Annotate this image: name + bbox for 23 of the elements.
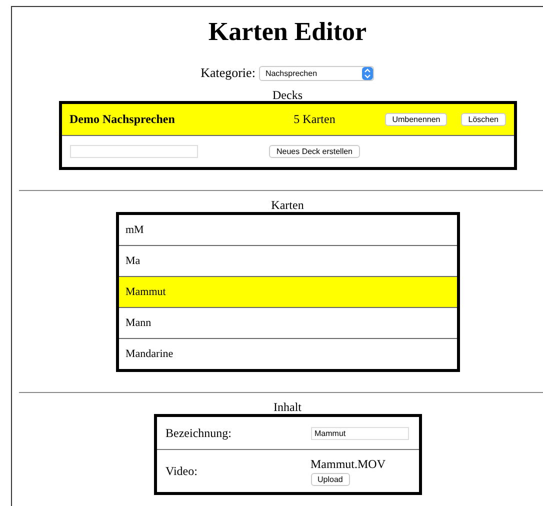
card-row[interactable]: Mammut	[118, 277, 456, 308]
category-label: Kategorie:	[200, 65, 256, 81]
deck-name-field[interactable]	[70, 145, 198, 158]
section-heading: Karten	[271, 198, 304, 212]
video-filename: Mammut.MOV	[310, 456, 386, 472]
new-deck-button[interactable]: Neues Deck erstellen	[269, 145, 360, 158]
name-field[interactable]: Mammut	[310, 426, 408, 440]
field-label: Bezeichnung:	[166, 426, 232, 440]
dropdown-stepper-icon	[362, 66, 374, 80]
field-label: Video:	[166, 464, 198, 478]
deck-action-button[interactable]: Umbenennen	[385, 113, 448, 126]
section-heading: Inhalt	[274, 400, 302, 414]
deck-name: Demo Nachsprechen	[70, 112, 176, 127]
deck-row[interactable]: Demo Nachsprechen 5 Karten Umbenennen Löschen	[62, 104, 514, 136]
section-heading: Decks	[272, 88, 302, 102]
page-title: Karten Editor	[208, 17, 367, 47]
card-count: 5 Karten	[292, 112, 336, 127]
deck-action-button[interactable]: Löschen	[461, 113, 506, 126]
card-row[interactable]: mM	[118, 215, 456, 246]
card-row[interactable]: Mann	[118, 308, 456, 339]
category-dropdown[interactable]: Nachsprechen	[259, 66, 374, 80]
upload-button[interactable]: Upload	[310, 472, 350, 486]
card-row[interactable]: Mandarine	[118, 339, 456, 369]
